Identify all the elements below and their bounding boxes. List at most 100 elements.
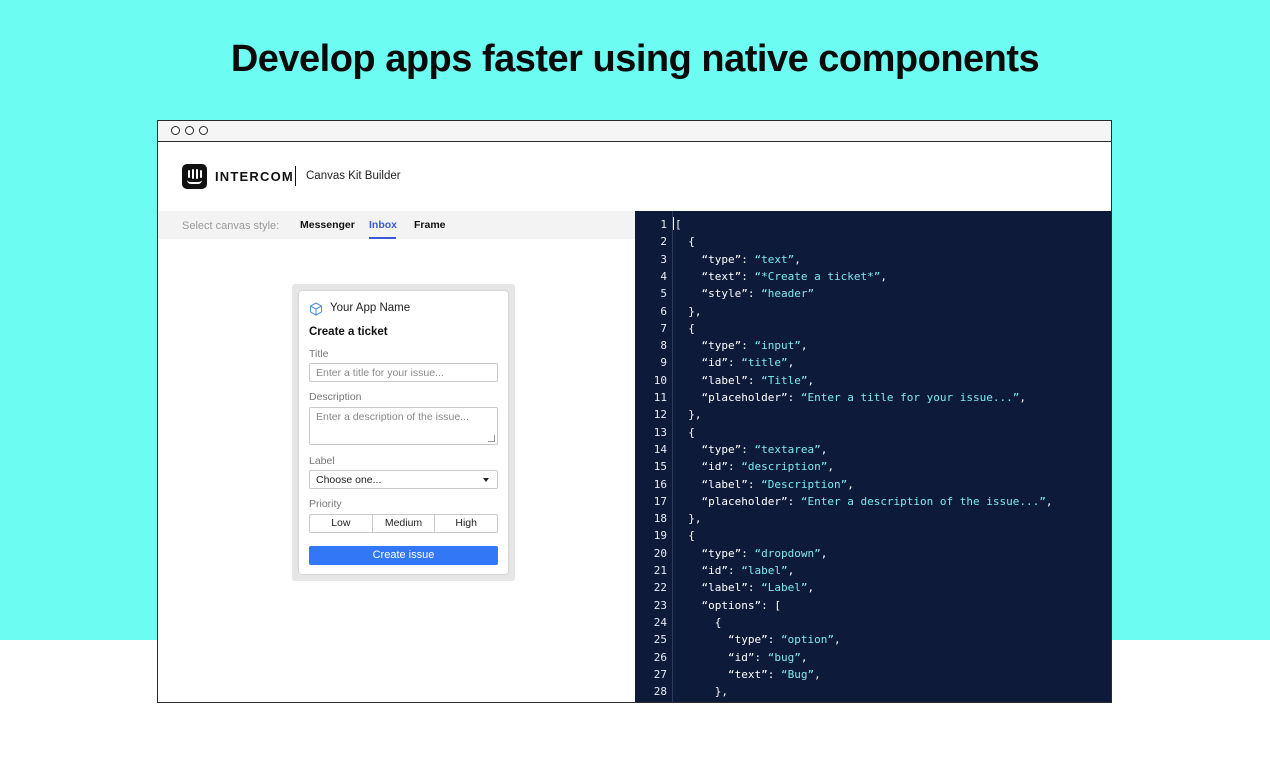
line-number: 17: [653, 494, 667, 508]
code-line: 17 “placeholder”: “Enter a description o…: [635, 494, 1111, 512]
line-number: 9: [660, 356, 667, 370]
code-text: {: [675, 616, 722, 629]
priority-segmented-control: Low Medium High: [309, 514, 498, 533]
code-text: “id”: “label”,: [675, 564, 794, 577]
intercom-logo-icon[interactable]: [182, 164, 207, 189]
code-line: 20 “type”: “dropdown”,: [635, 546, 1111, 564]
code-line: 14 “type”: “textarea”,: [635, 443, 1111, 460]
code-text: “text”: “*Create a ticket*”,: [675, 269, 886, 283]
code-token: “id”:: [675, 650, 768, 664]
code-token: “style”:: [675, 287, 762, 301]
code-text: “type”: “text”,: [675, 253, 800, 266]
code-token: “options”: [: [675, 598, 781, 612]
line-number: 6: [660, 304, 667, 318]
window-close-dot[interactable]: [171, 126, 180, 135]
line-number: 11: [653, 391, 667, 404]
code-string-token: “dropdown”: [754, 546, 821, 560]
card-heading: Create a ticket: [309, 326, 388, 338]
brand-name: INTERCOM: [215, 169, 294, 184]
line-number: 10: [653, 373, 667, 387]
code-token: “text”:: [675, 269, 755, 283]
code-text: “text”: “Bug”,: [675, 668, 821, 681]
resize-handle-icon[interactable]: [488, 435, 495, 442]
code-line: 25 “type”: “option”,: [635, 633, 1111, 650]
code-line: 16 “label”: “Description”,: [635, 477, 1111, 495]
window-zoom-dot[interactable]: [199, 126, 208, 135]
code-string-token: “bug”: [767, 650, 801, 664]
priority-label: Priority: [309, 498, 342, 510]
code-token: {: [675, 235, 695, 249]
line-number: 24: [653, 615, 667, 629]
priority-medium[interactable]: Medium: [373, 515, 436, 532]
code-string-token: “Enter a description of the issue...”: [800, 494, 1046, 508]
code-string-token: “input”: [754, 339, 801, 353]
window-minimize-dot[interactable]: [185, 126, 194, 135]
line-number: 25: [653, 633, 667, 647]
code-string-token: “label”: [741, 564, 788, 577]
code-line: 12 },: [635, 408, 1111, 425]
code-string-token: “Title”: [761, 373, 808, 387]
code-token: ,: [1045, 494, 1053, 508]
code-string-token: “textarea”: [754, 442, 821, 456]
code-text: “placeholder”: “Enter a description of t…: [675, 494, 1053, 508]
priority-low[interactable]: Low: [310, 515, 373, 532]
code-text: “id”: “bug”,: [675, 650, 808, 664]
window-titlebar: [158, 121, 1111, 142]
priority-high[interactable]: High: [435, 515, 497, 532]
line-number: 18: [653, 512, 667, 526]
line-number: 22: [653, 581, 667, 595]
line-number: 5: [660, 287, 667, 301]
code-line: 13 {: [635, 425, 1111, 443]
code-text: “placeholder”: “Enter a title for your i…: [675, 391, 1026, 404]
code-token: “type”:: [675, 546, 755, 560]
code-token: ,: [807, 581, 815, 595]
code-token: [: [675, 218, 682, 231]
code-token: ,: [820, 442, 828, 456]
code-line: 22 “label”: “Label”,: [635, 581, 1111, 598]
code-line: 18 },: [635, 512, 1111, 529]
canvas-style-bar: Select canvas style: Messenger Inbox Fra…: [158, 211, 635, 239]
title-input[interactable]: Enter a title for your issue...: [309, 363, 498, 382]
ticket-card: Your App Name Create a ticket Title Ente…: [299, 291, 508, 574]
line-number: 23: [653, 598, 667, 612]
code-string-token: “*Create a ticket*”: [754, 269, 881, 283]
line-number: 15: [653, 460, 667, 474]
code-token: ,: [800, 650, 808, 664]
code-editor[interactable]: 1[2 {3 “type”: “text”, 4 “text”: “*Create…: [635, 211, 1111, 702]
label-dropdown[interactable]: Choose one...: [309, 470, 498, 489]
tab-inbox[interactable]: Inbox: [369, 219, 397, 231]
code-text: {: [675, 235, 695, 248]
code-line: 11 “placeholder”: “Enter a title for you…: [635, 391, 1111, 408]
line-number: 7: [660, 321, 667, 335]
card-canvas: Your App Name Create a ticket Title Ente…: [292, 284, 515, 581]
line-number: 8: [660, 339, 667, 353]
code-token: ,: [787, 564, 795, 577]
code-string-token: “Description”: [761, 477, 848, 491]
description-placeholder: Enter a description of the issue...: [316, 411, 469, 423]
description-textarea[interactable]: Enter a description of the issue...: [309, 407, 498, 445]
code-token: ,: [1019, 391, 1027, 404]
code-line: 28 },: [635, 685, 1111, 702]
tab-messenger[interactable]: Messenger: [300, 219, 355, 231]
tab-frame[interactable]: Frame: [414, 219, 446, 231]
code-token: “type”:: [675, 442, 755, 456]
code-string-token: “Enter a title for your issue...”: [800, 391, 1020, 404]
create-issue-button[interactable]: Create issue: [309, 546, 498, 565]
code-token: “id”:: [675, 564, 742, 577]
code-line: 4 “text”: “*Create a ticket*”,: [635, 269, 1111, 287]
line-number: 27: [653, 667, 667, 681]
header-divider: [295, 166, 296, 186]
code-text: },: [675, 685, 728, 698]
code-text: “id”: “title”,: [675, 356, 794, 369]
code-text: {: [675, 529, 695, 542]
canvas-style-label: Select canvas style:: [182, 220, 280, 232]
code-text: “label”: “Description”,: [675, 477, 853, 491]
code-text: “id”: “description”,: [675, 460, 833, 473]
code-token: ,: [800, 339, 808, 353]
line-number: 12: [653, 408, 667, 422]
page-headline: Develop apps faster using native compone…: [230, 38, 1040, 80]
code-token: {: [675, 425, 695, 439]
code-text: “type”: “textarea”,: [675, 443, 827, 456]
code-text: “type”: “input”,: [675, 339, 807, 352]
code-line: 8 “type”: “input”,: [635, 339, 1111, 356]
